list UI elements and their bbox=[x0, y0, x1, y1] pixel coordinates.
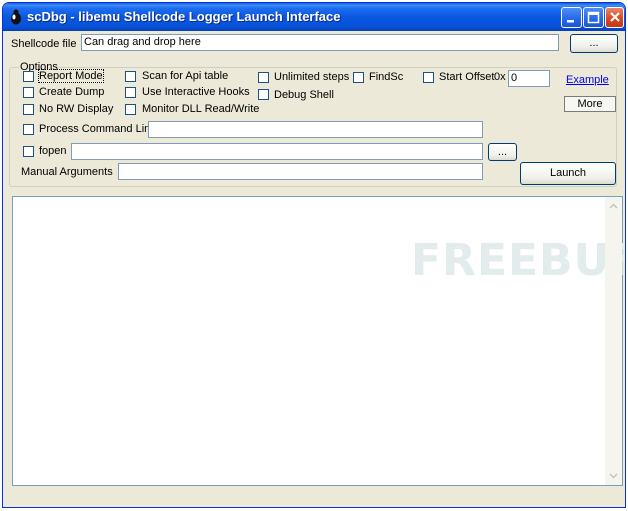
shellcode-file-input[interactable]: Can drag and drop here bbox=[81, 34, 559, 51]
start-offset-checkbox[interactable] bbox=[423, 72, 434, 83]
report-mode-checkbox[interactable] bbox=[23, 71, 34, 82]
status-bar bbox=[3, 491, 625, 507]
debug-shell-checkbox[interactable] bbox=[258, 89, 269, 100]
scan-api-table-label[interactable]: Scan for Api table bbox=[142, 70, 228, 82]
fopen-checkbox[interactable] bbox=[23, 146, 34, 157]
create-dump-label[interactable]: Create Dump bbox=[39, 86, 104, 98]
close-icon bbox=[610, 12, 620, 22]
no-rw-display-checkbox[interactable] bbox=[23, 104, 34, 115]
monitor-dll-label[interactable]: Monitor DLL Read/Write bbox=[142, 103, 259, 115]
watermark: FREEBUF bbox=[411, 235, 626, 286]
maximize-icon bbox=[587, 11, 600, 24]
output-textarea[interactable]: FREEBUF bbox=[12, 196, 626, 486]
process-cmdline-label[interactable]: Process Command Line bbox=[39, 123, 156, 135]
bug-icon bbox=[11, 9, 21, 25]
findsc-checkbox[interactable] bbox=[353, 72, 364, 83]
shellcode-browse-button[interactable]: ... bbox=[570, 34, 618, 53]
debug-shell-label[interactable]: Debug Shell bbox=[274, 89, 334, 101]
start-offset-input[interactable]: 0 bbox=[508, 70, 550, 87]
create-dump-checkbox[interactable] bbox=[23, 87, 34, 98]
unlimited-steps-checkbox[interactable] bbox=[258, 72, 269, 83]
start-offset-label[interactable]: Start Offset bbox=[439, 71, 494, 83]
manual-arguments-label: Manual Arguments bbox=[21, 166, 113, 178]
hex-prefix-label: 0x bbox=[494, 71, 506, 83]
findsc-label[interactable]: FindSc bbox=[369, 71, 403, 83]
minimize-button[interactable] bbox=[561, 7, 582, 28]
more-button[interactable]: More bbox=[564, 96, 616, 112]
fopen-input[interactable] bbox=[71, 143, 483, 160]
main-window: scDbg - libemu Shellcode Logger Launch I… bbox=[2, 2, 626, 508]
scroll-down-icon[interactable] bbox=[607, 469, 620, 482]
output-scrollbar[interactable] bbox=[605, 197, 622, 485]
monitor-dll-checkbox[interactable] bbox=[125, 104, 136, 115]
fopen-label[interactable]: fopen bbox=[39, 145, 67, 157]
title-bar[interactable]: scDbg - libemu Shellcode Logger Launch I… bbox=[3, 3, 625, 31]
minimize-icon bbox=[567, 20, 574, 23]
no-rw-display-label[interactable]: No RW Display bbox=[39, 103, 113, 115]
process-cmdline-input[interactable] bbox=[148, 121, 483, 138]
example-link[interactable]: Example bbox=[566, 74, 609, 86]
maximize-button[interactable] bbox=[583, 7, 604, 28]
report-mode-label[interactable]: Report Mode bbox=[38, 69, 104, 83]
scroll-up-icon[interactable] bbox=[607, 200, 620, 213]
manual-arguments-input[interactable] bbox=[118, 163, 483, 180]
unlimited-steps-label[interactable]: Unlimited steps bbox=[274, 71, 349, 83]
scan-api-table-checkbox[interactable] bbox=[125, 71, 136, 82]
shellcode-file-label: Shellcode file bbox=[11, 38, 77, 50]
fopen-browse-button[interactable]: ... bbox=[488, 143, 517, 161]
launch-button[interactable]: Launch bbox=[520, 162, 616, 185]
interactive-hooks-label[interactable]: Use Interactive Hooks bbox=[142, 86, 250, 98]
interactive-hooks-checkbox[interactable] bbox=[125, 87, 136, 98]
process-cmdline-checkbox[interactable] bbox=[23, 124, 34, 135]
window-title: scDbg - libemu Shellcode Logger Launch I… bbox=[27, 9, 341, 24]
close-button[interactable] bbox=[605, 7, 624, 28]
